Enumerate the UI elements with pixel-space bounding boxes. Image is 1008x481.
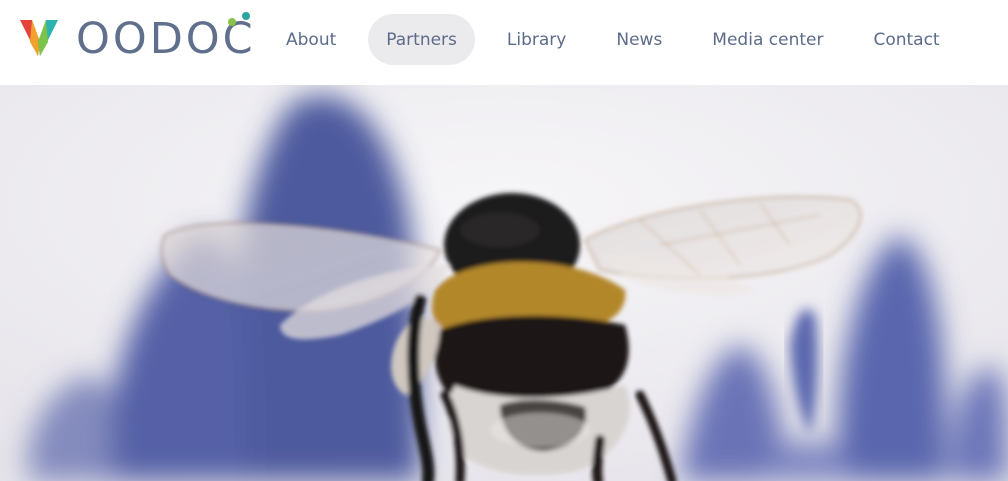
hero-image xyxy=(0,85,1008,481)
logo-dots-icon xyxy=(228,12,250,26)
main-navigation: About Partners Library News Media center… xyxy=(268,14,972,65)
nav-item-partners[interactable]: Partners xyxy=(368,14,475,65)
nav-item-label: Library xyxy=(506,29,567,50)
site-header: OODOC About Partners Library News Media … xyxy=(0,0,1008,85)
nav-item-label: Partners xyxy=(386,29,457,50)
nav-item-news[interactable]: News xyxy=(598,14,680,65)
nav-item-label: Media center xyxy=(712,29,824,50)
nav-item-label: News xyxy=(616,29,663,50)
nav-item-media-center[interactable]: Media center xyxy=(694,14,841,65)
logo-v-icon xyxy=(20,20,58,56)
nav-item-about[interactable]: About xyxy=(268,14,354,65)
nav-item-library[interactable]: Library xyxy=(489,14,584,65)
nav-item-contact[interactable]: Contact xyxy=(855,14,957,65)
nav-item-label: About xyxy=(286,29,337,50)
nav-item-label: Contact xyxy=(873,29,940,50)
voodoc-logo[interactable]: OODOC xyxy=(18,12,258,62)
bumblebee-photo xyxy=(0,85,1008,481)
